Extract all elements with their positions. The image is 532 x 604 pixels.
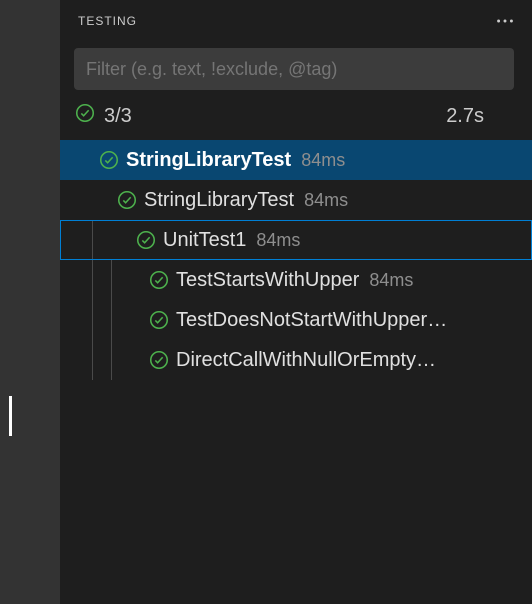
testing-panel: TESTING 3/3 2.7s — [60, 0, 532, 604]
filter-icon[interactable] — [482, 56, 504, 83]
activity-remote[interactable] — [9, 332, 52, 372]
filter-box — [74, 48, 514, 90]
rerun-button[interactable] — [492, 102, 514, 130]
pass-icon — [148, 349, 170, 371]
chevron-down-icon[interactable] — [74, 150, 94, 170]
activity-search[interactable] — [9, 76, 52, 116]
run-test-button[interactable] — [472, 228, 492, 252]
node-label: StringLibraryTest — [126, 150, 291, 170]
tree-row-test[interactable]: TestDoesNotStartWithUpper … — [60, 300, 532, 340]
activity-extensions[interactable] — [9, 268, 52, 308]
pass-icon — [74, 102, 96, 130]
pass-icon — [148, 309, 170, 331]
node-duration: 84ms — [256, 231, 300, 249]
pass-icon — [116, 189, 138, 211]
chevron-down-icon[interactable] — [111, 230, 131, 250]
node-label: TestStartsWithUpper — [176, 270, 359, 290]
pass-icon — [135, 229, 157, 251]
node-label: UnitTest1 — [163, 230, 246, 250]
node-duration: 84ms — [304, 191, 348, 209]
show-output-button[interactable] — [454, 4, 488, 38]
tests-count: 3/3 — [104, 105, 132, 128]
tree-row-test[interactable]: TestStartsWithUpper 84ms — [60, 260, 532, 300]
node-label: StringLibraryTest — [144, 190, 294, 210]
node-label: DirectCallWithNullOrEmpty — [176, 350, 416, 370]
tree-row-root[interactable]: StringLibraryTest 84ms — [60, 140, 532, 180]
run-duration: 2.7s — [446, 105, 484, 128]
test-tree: StringLibraryTest 84ms StringLibraryTest… — [60, 140, 532, 380]
tree-row-test[interactable]: DirectCallWithNullOrEmpty … — [60, 340, 532, 380]
activity-bar — [0, 0, 60, 604]
run-all-button[interactable] — [386, 4, 420, 38]
node-duration: 84ms — [369, 271, 413, 289]
activity-testing[interactable] — [9, 396, 52, 436]
pass-icon — [148, 269, 170, 291]
node-label: TestDoesNotStartWithUpper — [176, 310, 427, 330]
panel-header: TESTING — [60, 0, 532, 42]
activity-run-debug[interactable] — [9, 204, 52, 244]
more-actions-button[interactable] — [488, 4, 522, 38]
tree-row-project[interactable]: StringLibraryTest 84ms — [60, 180, 532, 220]
tree-row-class[interactable]: UnitTest1 84ms — [60, 220, 532, 260]
filter-row — [60, 42, 532, 96]
activity-files[interactable] — [9, 12, 52, 52]
status-row: 3/3 2.7s — [60, 96, 532, 140]
pass-icon — [98, 149, 120, 171]
chevron-down-icon[interactable] — [92, 190, 112, 210]
refresh-tests-button[interactable] — [352, 4, 386, 38]
filter-input[interactable] — [84, 58, 482, 81]
node-duration: 84ms — [301, 151, 345, 169]
panel-title: TESTING — [78, 14, 137, 28]
activity-source-control[interactable] — [9, 140, 52, 180]
app: TESTING 3/3 2.7s — [0, 0, 532, 604]
debug-test-button[interactable] — [496, 227, 518, 253]
debug-all-button[interactable] — [420, 4, 454, 38]
